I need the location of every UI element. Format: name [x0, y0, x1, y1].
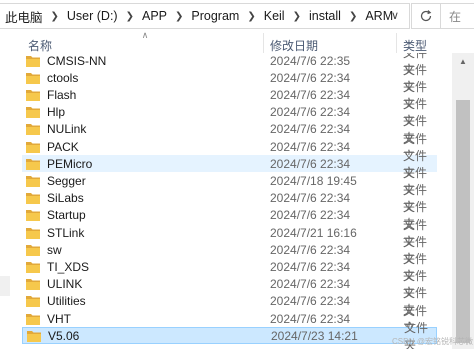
- modified-date: 2024/7/6 22:34: [270, 70, 351, 85]
- folder-icon: [26, 158, 40, 170]
- modified-date: 2024/7/18 19:45: [270, 173, 357, 188]
- modified-date: 2024/7/6 22:34: [270, 139, 351, 154]
- folder-name: Flash: [47, 87, 77, 102]
- watermark: CSDN @宏铭锐科芯微: [392, 337, 474, 346]
- modified-date: 2024/7/6 22:34: [270, 122, 351, 137]
- folder-name: SiLabs: [47, 191, 84, 206]
- folder-row[interactable]: Utilities 2024/7/6 22:34 文件夹: [22, 286, 437, 317]
- breadcrumb-user-drive[interactable]: User (D:): [65, 9, 120, 23]
- folder-row[interactable]: ctools 2024/7/6 22:34 文件夹: [22, 63, 437, 94]
- chevron-down-icon[interactable]: ∨: [386, 6, 404, 24]
- modified-date: 2024/7/6 22:34: [270, 87, 351, 102]
- modified-date: 2024/7/6 22:34: [270, 105, 351, 120]
- breadcrumb-keil[interactable]: Keil: [262, 9, 287, 23]
- folder-row[interactable]: SiLabs 2024/7/6 22:34 文件夹: [22, 183, 437, 214]
- breadcrumb-separator-icon[interactable]: ❯: [120, 11, 140, 22]
- folder-name: V5.06: [48, 328, 80, 343]
- modified-date: 2024/7/23 14:21: [271, 328, 358, 343]
- folder-name: STLink: [47, 225, 85, 240]
- column-header-date[interactable]: 修改日期: [270, 37, 318, 54]
- search-input[interactable]: 在: [440, 3, 474, 29]
- breadcrumb-separator-icon[interactable]: ❯: [343, 11, 363, 22]
- modified-date: 2024/7/6 22:34: [270, 259, 351, 274]
- folder-icon: [26, 210, 40, 222]
- modified-date: 2024/7/6 22:34: [270, 242, 351, 257]
- folder-icon: [26, 313, 40, 325]
- folder-icon: [26, 193, 40, 205]
- address-bar-row: 此电脑 ❯ User (D:) ❯ APP ❯ Program ❯ Keil ❯…: [0, 0, 474, 31]
- folder-row[interactable]: PACK2024/7/6 22:34文件夹: [22, 132, 437, 163]
- folder-name: Startup: [47, 208, 86, 223]
- folder-row[interactable]: TI_XDS 2024/7/6 22:34 文件夹: [22, 252, 437, 283]
- folder-icon: [26, 124, 40, 136]
- folder-icon: [26, 72, 40, 84]
- breadcrumb-program[interactable]: Program: [189, 9, 241, 23]
- column-header-type[interactable]: 类型: [403, 37, 427, 54]
- column-divider[interactable]: [396, 33, 397, 53]
- file-list: CMSIS-NN2024/7/6 22:35文件夹ctools2024/7/6 …: [0, 53, 440, 349]
- folder-name: PEMicro: [47, 156, 93, 171]
- breadcrumb-install[interactable]: install: [307, 9, 343, 23]
- breadcrumb-this-pc[interactable]: 此电脑: [3, 7, 45, 26]
- column-divider[interactable]: [263, 33, 264, 53]
- folder-icon: [26, 89, 40, 101]
- folder-name: sw: [47, 242, 62, 257]
- folder-icon: [26, 296, 40, 308]
- folder-icon: [26, 244, 40, 256]
- folder-row[interactable]: VHT2024/7/6 22:34文件夹: [22, 304, 437, 335]
- sort-ascending-icon: ∧: [141, 29, 149, 40]
- folder-row[interactable]: CMSIS-NN2024/7/6 22:35文件夹: [22, 53, 437, 77]
- folder-icon: [26, 279, 40, 291]
- folder-name: PACK: [47, 139, 79, 154]
- folder-name: TI_XDS: [47, 259, 90, 274]
- breadcrumb-separator-icon[interactable]: ❯: [169, 11, 189, 22]
- breadcrumb-separator-icon[interactable]: ❯: [287, 11, 307, 22]
- folder-icon: [26, 227, 40, 239]
- modified-date: 2024/7/6 22:35: [270, 53, 351, 68]
- modified-date: 2024/7/6 22:34: [270, 191, 351, 206]
- folder-name: ULINK: [47, 277, 83, 292]
- modified-date: 2024/7/6 22:34: [270, 277, 351, 292]
- folder-row[interactable]: STLink 2024/7/21 16:16 文件夹: [22, 218, 437, 249]
- scrollbar-thumb[interactable]: [456, 100, 470, 343]
- folder-row[interactable]: ULINK 2024/7/6 22:34 文件夹: [22, 269, 437, 300]
- breadcrumb-separator-icon[interactable]: ❯: [241, 11, 261, 22]
- scroll-up-icon[interactable]: ▲: [452, 53, 474, 69]
- folder-row[interactable]: PEMicro 2024/7/6 22:34 文件夹: [22, 149, 437, 180]
- folder-row[interactable]: NULink 2024/7/6 22:34 文件夹: [22, 114, 437, 145]
- folder-icon: [26, 55, 40, 67]
- folder-icon: [26, 141, 40, 153]
- breadcrumb-app[interactable]: APP: [140, 9, 169, 23]
- modified-date: 2024/7/6 22:34: [270, 156, 351, 171]
- folder-row[interactable]: V5.06 2024/7/23 14:21 文件夹: [22, 321, 437, 349]
- folder-name: CMSIS-NN: [47, 53, 107, 68]
- address-bar[interactable]: 此电脑 ❯ User (D:) ❯ APP ❯ Program ❯ Keil ❯…: [0, 3, 410, 29]
- column-header-name[interactable]: 名称: [28, 37, 52, 54]
- folder-row[interactable]: Startup 2024/7/6 22:34 文件夹: [22, 200, 437, 231]
- search-placeholder: 在: [449, 9, 462, 24]
- modified-date: 2024/7/6 22:34: [270, 294, 351, 309]
- breadcrumb-separator-icon[interactable]: ❯: [45, 11, 65, 22]
- folder-name: Hlp: [47, 105, 66, 120]
- folder-icon: [26, 261, 40, 273]
- modified-date: 2024/7/6 22:34: [270, 311, 351, 326]
- folder-name: ctools: [47, 70, 79, 85]
- folder-row[interactable]: sw 2024/7/6 22:34 文件夹: [22, 235, 437, 266]
- folder-row[interactable]: Hlp 2024/7/6 22:34 文件夹: [22, 97, 437, 128]
- folder-name: NULink: [47, 122, 87, 137]
- folder-icon: [26, 107, 40, 119]
- folder-name: Segger: [47, 173, 86, 188]
- folder-icon: [26, 175, 40, 187]
- folder-name: VHT: [47, 311, 71, 326]
- folder-row[interactable]: Segger 2024/7/18 19:45 文件夹: [22, 166, 437, 197]
- folder-name: Utilities: [47, 294, 86, 309]
- refresh-button[interactable]: [411, 3, 441, 29]
- modified-date: 2024/7/21 16:16: [270, 225, 357, 240]
- modified-date: 2024/7/6 22:34: [270, 208, 351, 223]
- folder-row[interactable]: Flash 2024/7/6 22:34 文件夹: [22, 80, 437, 111]
- refresh-icon: [420, 10, 432, 22]
- folder-icon: [27, 330, 41, 342]
- horizontal-scroll-stub[interactable]: [0, 276, 10, 296]
